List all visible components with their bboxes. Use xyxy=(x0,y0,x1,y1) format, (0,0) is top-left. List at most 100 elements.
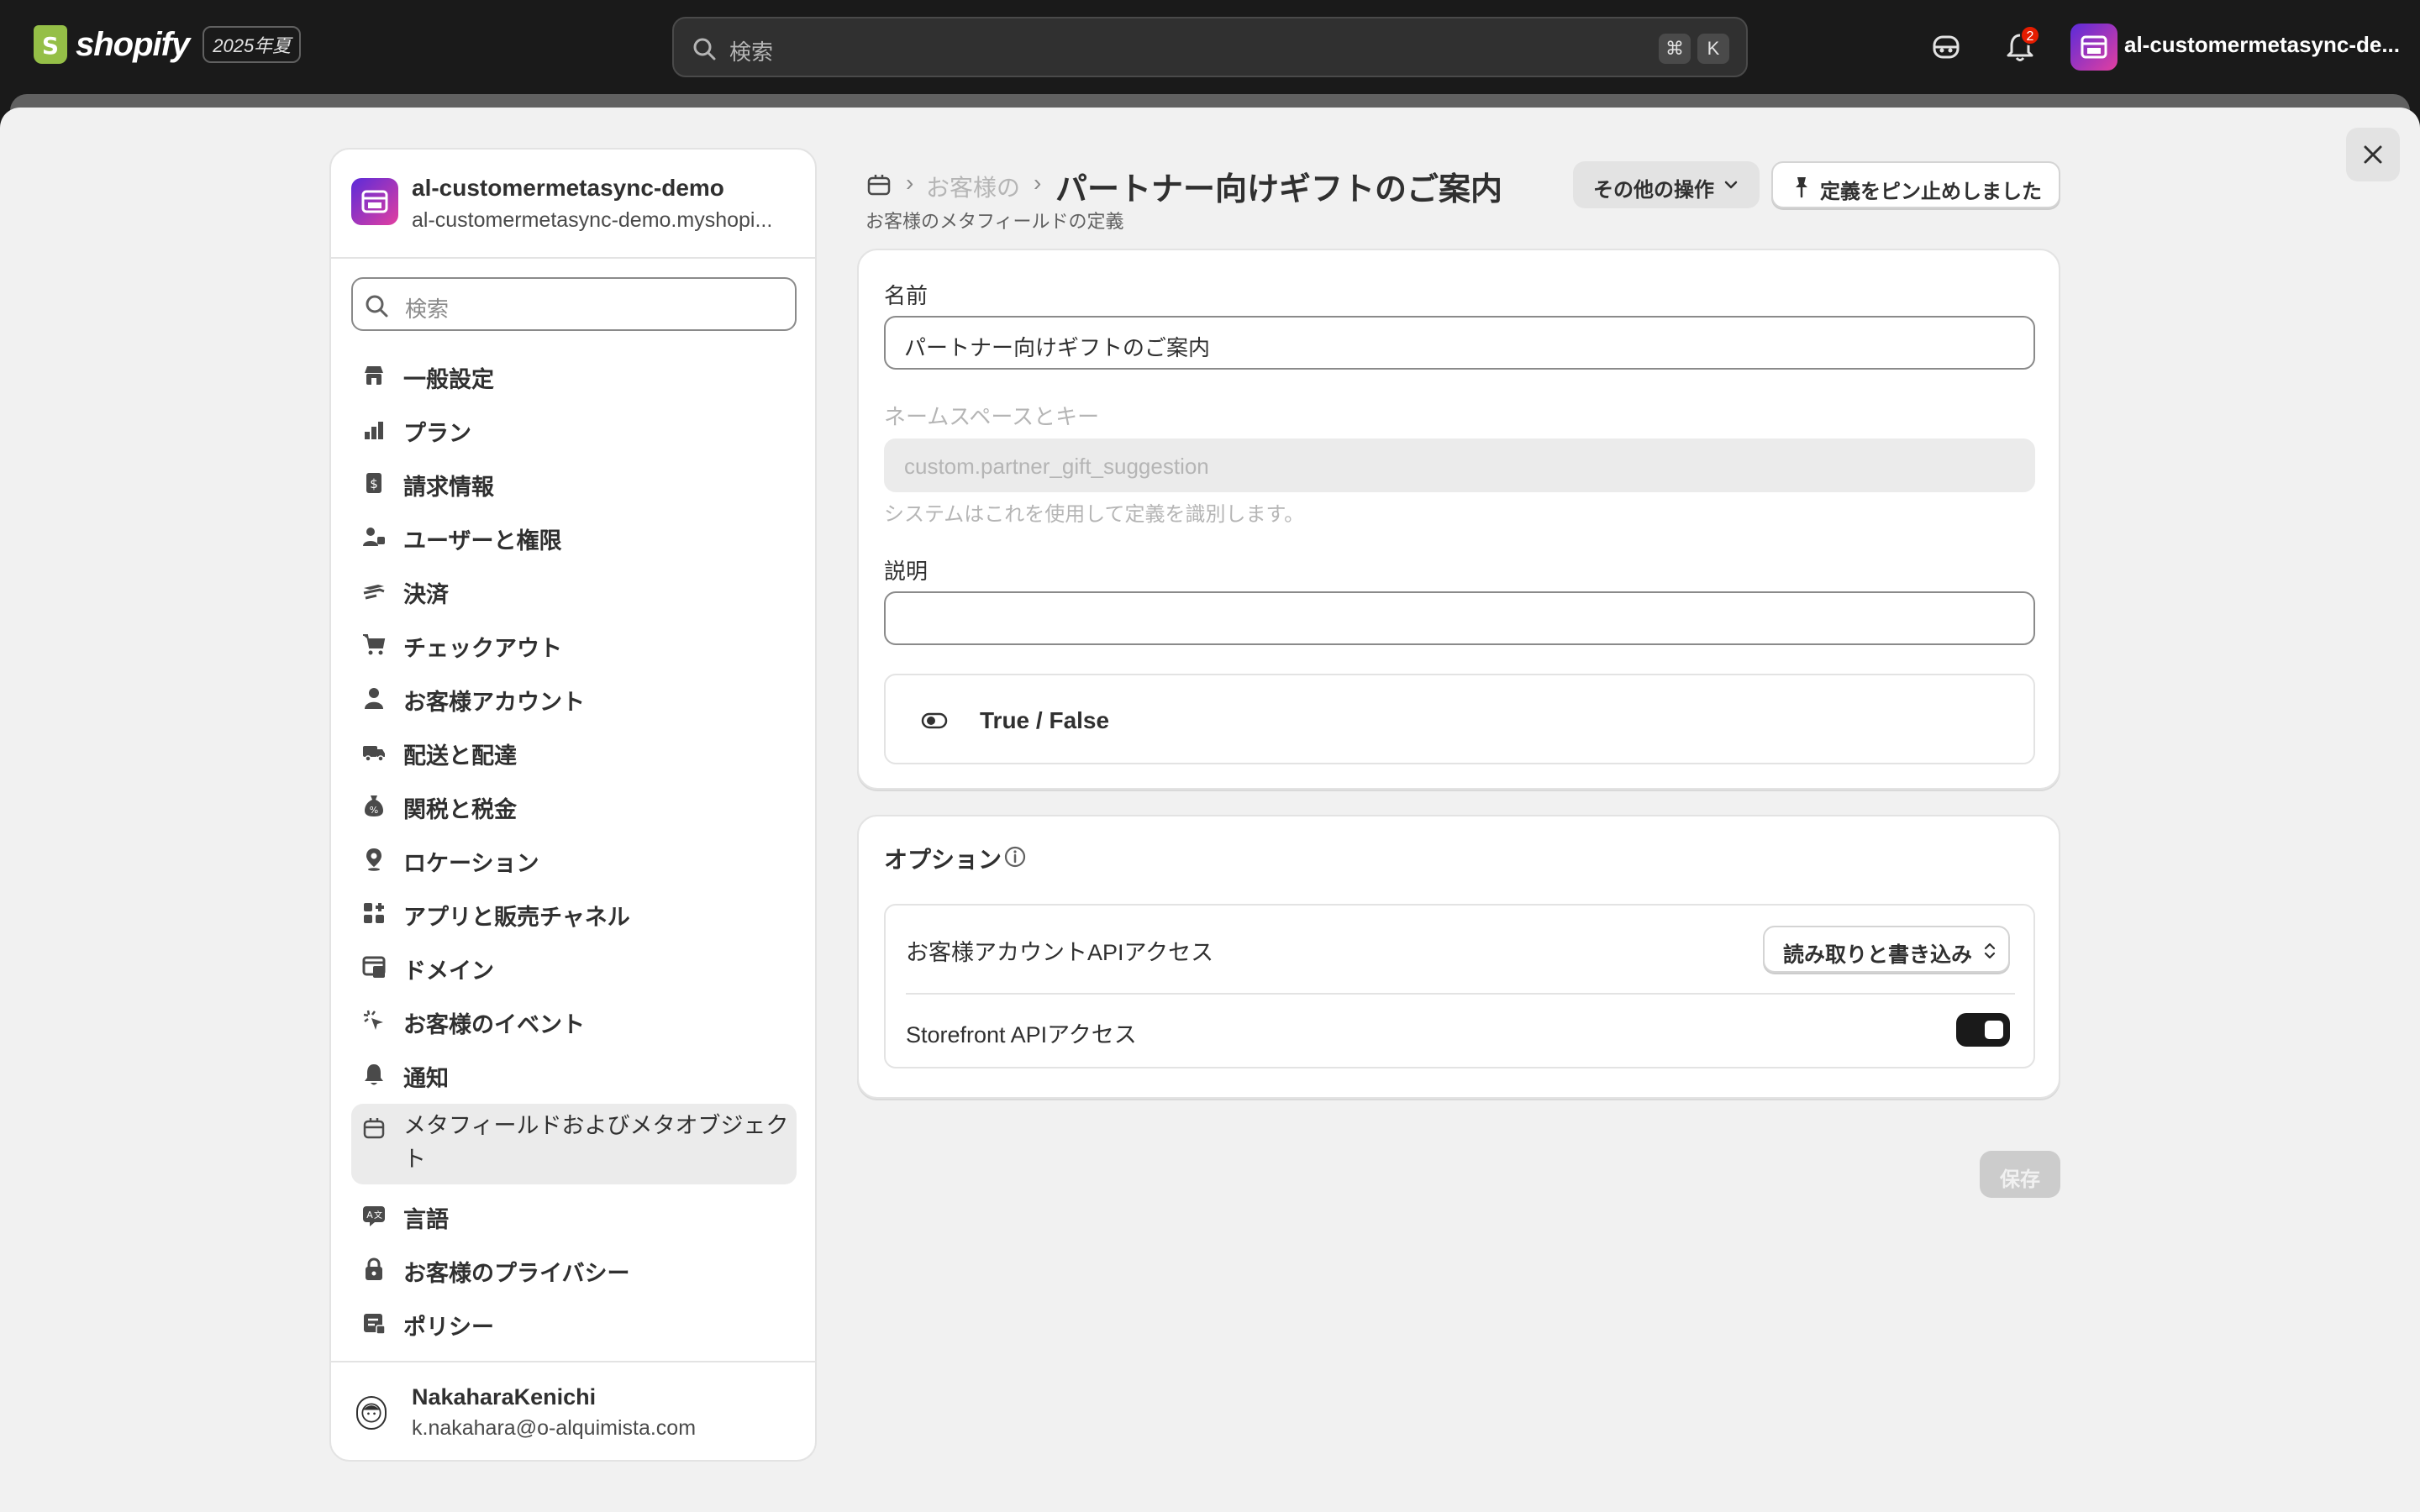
policy-icon xyxy=(364,1314,386,1335)
divider xyxy=(331,257,815,259)
sidebar-item-metafields[interactable]: メタフィールドおよびメタオブジェクト xyxy=(351,1104,797,1184)
apps-icon xyxy=(364,903,384,923)
description-label: 説明 xyxy=(884,559,929,584)
name-field[interactable]: パートナー向けギフトのご案内 xyxy=(884,316,2035,370)
svg-text:A: A xyxy=(366,1210,373,1221)
settings-sidebar: al-customermetasync-demo al-customermeta… xyxy=(329,148,817,1462)
options-title: オプション xyxy=(884,847,1002,873)
settings-search-input[interactable]: 検索 xyxy=(351,277,797,331)
sidebar-item-general[interactable]: 一般設定 xyxy=(351,351,797,398)
sidebar-item-domains[interactable]: ドメイン xyxy=(351,942,797,990)
sidebar-item-label: 請求情報 xyxy=(403,475,494,500)
sidebar-item-label: ロケーション xyxy=(403,851,539,876)
user-email: k.nakahara@o-alquimista.com xyxy=(412,1416,697,1440)
search-icon xyxy=(693,38,716,60)
edition-badge[interactable]: 2025年夏 xyxy=(203,26,302,63)
sidebar-item-locations[interactable]: ロケーション xyxy=(351,835,797,882)
type-selector[interactable]: True / False xyxy=(884,674,2035,764)
user-avatar[interactable] xyxy=(356,1396,387,1430)
sidebar-item-languages[interactable]: A文 言語 xyxy=(351,1191,797,1238)
shopify-logo[interactable]: shopify 2025年夏 xyxy=(34,25,302,64)
sidebar-item-users[interactable]: ユーザーと権限 xyxy=(351,512,797,559)
sidebar-item-label: チェックアウト xyxy=(403,636,562,661)
more-actions-button[interactable]: その他の操作 xyxy=(1573,161,1760,208)
sidebar-item-apps[interactable]: アプリと販売チャネル xyxy=(351,889,797,936)
global-search-input[interactable]: 検索 ⌘ K xyxy=(672,17,1748,77)
sidebar-item-payments[interactable]: 決済 xyxy=(351,566,797,613)
sidebar-item-taxes[interactable]: % 関税と税金 xyxy=(351,781,797,828)
store-menu-name[interactable]: al-customermetasync-de... xyxy=(2124,32,2400,58)
sidebar-item-label: メタフィールドおよびメタオブジェクト xyxy=(403,1113,789,1172)
metafields-icon xyxy=(363,1118,385,1139)
sidebar-item-customer-events[interactable]: お客様のイベント xyxy=(351,996,797,1043)
namespace-key-field: custom.partner_gift_suggestion xyxy=(884,438,2035,492)
storefront-api-label: Storefront APIアクセス xyxy=(906,1022,1137,1047)
sidebar-item-billing[interactable]: $ 請求情報 xyxy=(351,459,797,506)
plan-icon xyxy=(365,422,383,439)
person-icon xyxy=(365,688,383,709)
lock-icon xyxy=(366,1257,382,1280)
sidebar-item-label: お客様のイベント xyxy=(403,1012,585,1037)
customer-api-label: お客様アカウントAPIアクセス xyxy=(906,940,1214,965)
store-avatar[interactable] xyxy=(2070,24,2118,71)
store-icon xyxy=(361,190,388,213)
pin-definition-button[interactable]: 定義をピン止めしました xyxy=(1771,161,2060,208)
sidekick-icon[interactable] xyxy=(1929,30,1963,64)
tax-icon: % xyxy=(365,795,383,816)
user-name: NakaharaKenichi xyxy=(412,1384,597,1410)
save-label: 保存 xyxy=(2000,1168,2040,1191)
sidebar-item-label: 関税と税金 xyxy=(403,797,517,822)
sidebar-item-notifications[interactable]: 通知 xyxy=(351,1050,797,1097)
sidebar-item-checkout[interactable]: チェックアウト xyxy=(351,620,797,667)
customer-api-select[interactable]: 読み取りと書き込み xyxy=(1763,926,2010,973)
sidebar-item-label: アプリと販売チャネル xyxy=(403,905,630,930)
breadcrumb-parent-link[interactable]: お客様のメタフィールド定義 xyxy=(926,170,1020,203)
storefront-api-toggle[interactable] xyxy=(1956,1013,2010,1047)
save-button[interactable]: 保存 xyxy=(1980,1151,2060,1198)
breadcrumb-separator-icon: › xyxy=(906,170,914,196)
svg-text:文: 文 xyxy=(374,1210,382,1221)
cart-icon xyxy=(363,634,386,655)
sidebar-item-shipping[interactable]: 配送と配達 xyxy=(351,727,797,774)
notification-count-badge: 2 xyxy=(2020,25,2040,45)
sidebar-item-label: 決済 xyxy=(403,582,449,607)
toggle-knob xyxy=(1985,1021,2003,1039)
description-field[interactable] xyxy=(884,591,2035,645)
page-subtitle: お客様のメタフィールドの定義 xyxy=(865,211,1124,232)
sidebar-item-policies[interactable]: ポリシー xyxy=(351,1299,797,1346)
info-icon[interactable] xyxy=(1003,845,1027,869)
definition-card: 名前 パートナー向けギフトのご案内 ネームスペースとキー custom.part… xyxy=(857,249,2060,790)
store-icon xyxy=(365,366,383,385)
search-placeholder: 検索 xyxy=(729,39,774,65)
command-key: ⌘ xyxy=(1659,34,1691,64)
metafields-breadcrumb-icon[interactable] xyxy=(865,171,892,198)
select-arrows-icon xyxy=(1984,942,1996,959)
sidebar-item-label: 言語 xyxy=(403,1207,449,1232)
bell-icon xyxy=(365,1064,383,1085)
svg-text:%: % xyxy=(370,805,378,816)
language-icon: A文 xyxy=(363,1206,385,1226)
sidebar-item-customer-accounts[interactable]: お客様アカウント xyxy=(351,674,797,721)
sidebar-item-plan[interactable]: プラン xyxy=(351,405,797,452)
sidebar-item-label: ポリシー xyxy=(403,1315,494,1340)
pin-definition-label: 定義をピン止めしました xyxy=(1820,181,2042,203)
namespace-help-text: システムはこれを使用して定義を識別します。 xyxy=(884,503,1305,526)
customer-api-value: 読み取りと書き込み xyxy=(1783,943,1973,967)
name-value: パートナー向けギフトのご案内 xyxy=(904,335,1211,360)
close-button[interactable] xyxy=(2346,128,2400,181)
namespace-label: ネームスペースとキー xyxy=(884,404,1100,429)
sidebar-item-label: プラン xyxy=(403,421,471,446)
users-icon xyxy=(363,528,385,546)
sidebar-item-privacy[interactable]: お客様のプライバシー xyxy=(351,1245,797,1292)
svg-text:$: $ xyxy=(370,476,378,491)
store-icon xyxy=(2081,35,2107,59)
options-card: オプション お客様アカウントAPIアクセス 読み取りと書き込み Storefro… xyxy=(857,815,2060,1099)
brand-name: shopify xyxy=(76,25,190,63)
sidebar-item-label: 配送と配達 xyxy=(403,743,517,769)
sidebar-item-label: お客様のプライバシー xyxy=(403,1261,630,1286)
close-icon xyxy=(2364,145,2382,164)
truck-icon xyxy=(363,746,385,762)
sidebar-item-label: 一般設定 xyxy=(403,367,494,392)
divider xyxy=(331,1361,815,1362)
settings-search-placeholder: 検索 xyxy=(405,297,450,322)
